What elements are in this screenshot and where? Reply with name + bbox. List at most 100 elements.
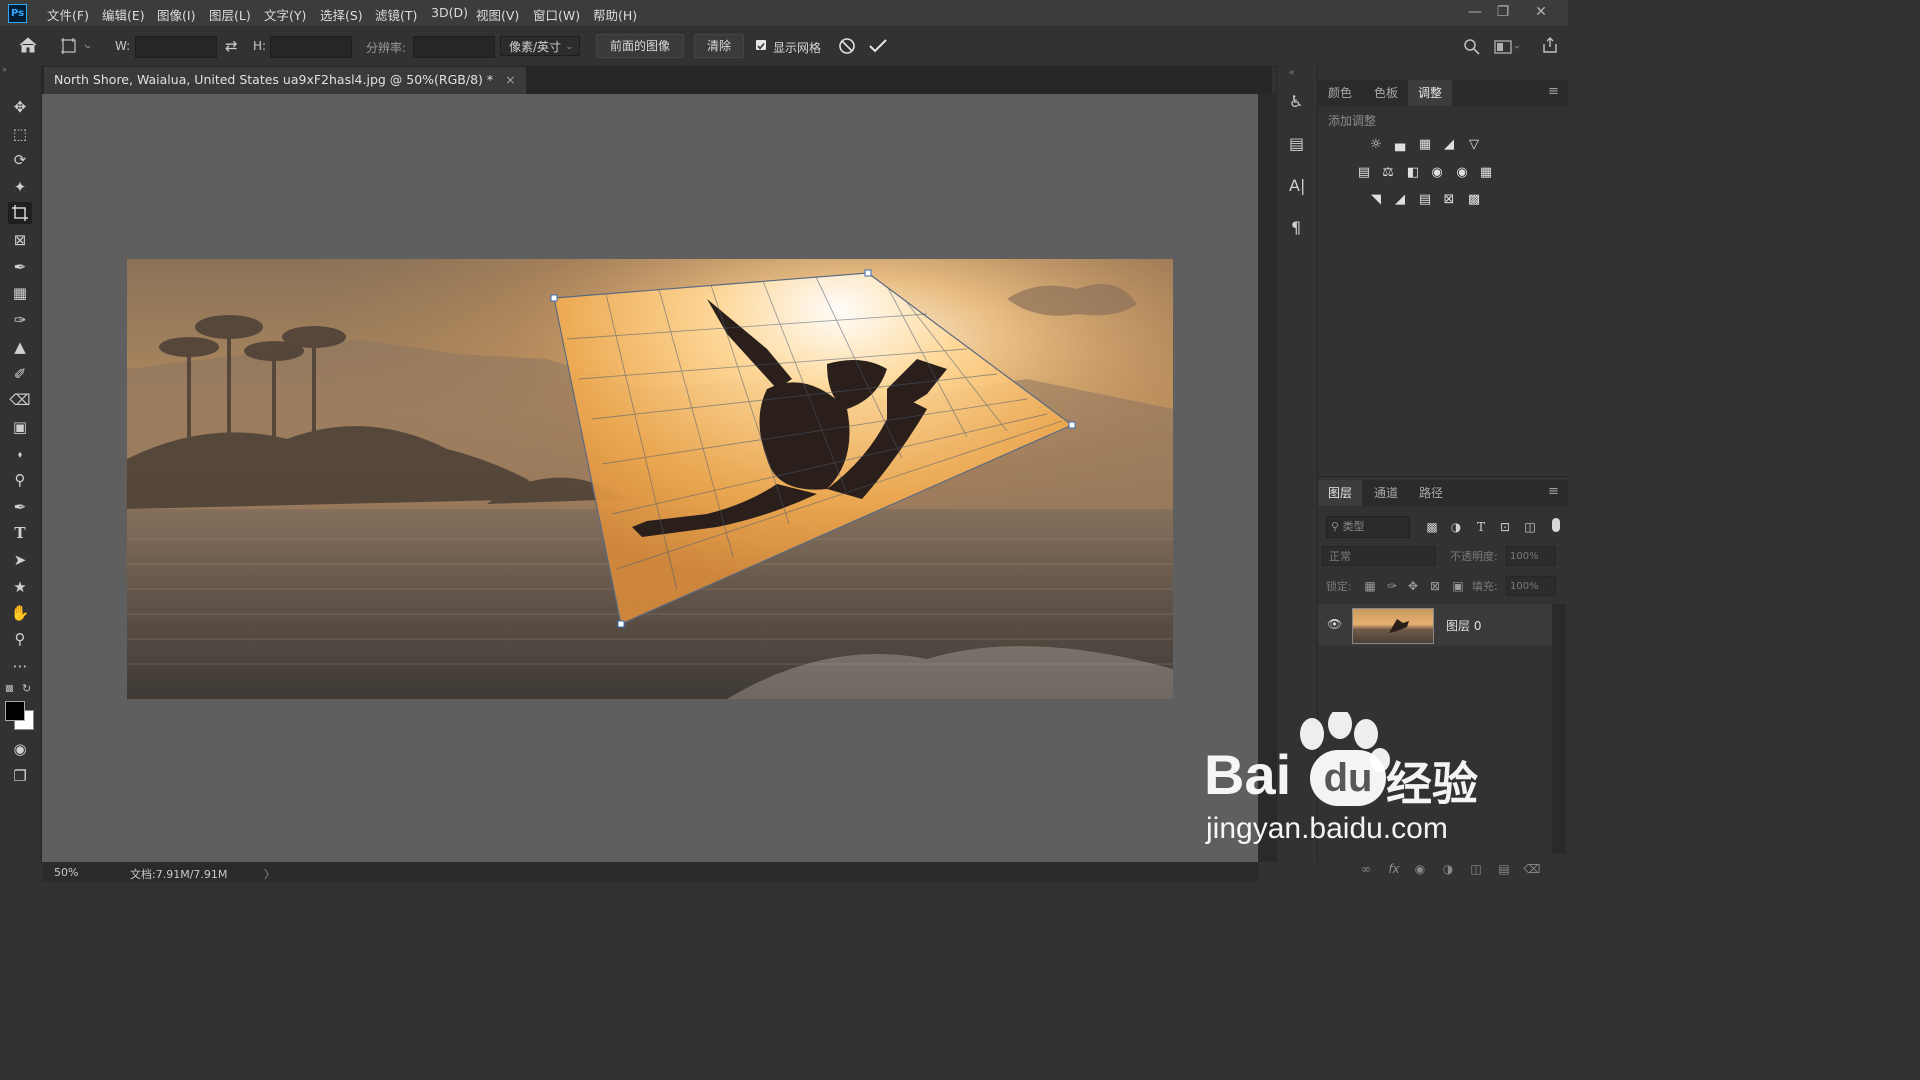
filter-shape-icon[interactable]: ⊡ [1495, 518, 1515, 536]
menu-view[interactable]: 视图(V) [476, 5, 519, 24]
color-balance-icon[interactable]: ⚖ [1378, 164, 1398, 182]
tab-adjustments[interactable]: 调整 [1408, 80, 1453, 106]
height-input[interactable] [270, 36, 352, 58]
gradient-map-icon[interactable]: ▩ [1464, 191, 1484, 209]
exposure-icon[interactable]: ◢ [1439, 136, 1459, 154]
menu-type[interactable]: 文字(Y) [264, 5, 306, 24]
corner-handle-bottom-left[interactable] [617, 620, 625, 628]
magic-wand-tool-icon[interactable]: ✦ [8, 176, 32, 198]
layer-thumbnail[interactable] [1352, 608, 1434, 644]
corner-handle-top-right[interactable] [864, 269, 872, 277]
menu-file[interactable]: 文件(F) [47, 5, 89, 24]
perspective-crop-tool-icon[interactable] [8, 202, 32, 224]
lock-artboard-icon[interactable]: ⊠ [1425, 577, 1445, 595]
type-tool-icon[interactable]: T [8, 522, 32, 544]
default-colors-icon[interactable]: ▩ [5, 684, 14, 694]
unit-select[interactable]: 像素/英寸 ⌄ [500, 36, 580, 56]
tab-paths[interactable]: 路径 [1409, 480, 1453, 506]
paragraph-panel-icon[interactable]: ¶ [1291, 218, 1301, 237]
panel-menu-icon[interactable]: ≡ [1548, 84, 1559, 99]
corner-handle-top-left[interactable] [550, 294, 558, 302]
levels-icon[interactable]: ▄ [1390, 136, 1410, 154]
show-grid-checkbox[interactable] [756, 40, 766, 50]
move-tool-icon[interactable]: ✥ [8, 96, 32, 118]
lock-transparent-icon[interactable]: ▦ [1360, 577, 1380, 595]
document-image[interactable] [127, 259, 1173, 699]
front-image-button[interactable]: 前面的图像 [596, 34, 684, 58]
new-adjustment-layer-icon[interactable]: ◑ [1438, 860, 1458, 878]
threshold-icon[interactable]: ▤ [1415, 191, 1435, 209]
perspective-crop-tool-preset-icon[interactable] [60, 37, 92, 58]
new-group-icon[interactable]: ◫ [1466, 860, 1486, 878]
eyedropper-tool-icon[interactable]: ✒ [8, 256, 32, 278]
menu-layer[interactable]: 图层(L) [209, 5, 251, 24]
filter-type-icon[interactable]: T [1471, 518, 1491, 536]
photoshop-logo-icon[interactable]: Ps [8, 4, 27, 23]
posterize-icon[interactable]: ◢ [1390, 191, 1410, 209]
quick-mask-icon[interactable]: ◉ [8, 738, 32, 760]
commit-transform-icon[interactable] [868, 37, 888, 58]
history-panel-icon[interactable]: ♿ [1289, 92, 1303, 111]
zoom-level[interactable]: 50% [54, 866, 78, 879]
zoom-tool-icon[interactable]: ⚲ [8, 628, 32, 650]
lock-pixels-icon[interactable]: ✑ [1382, 577, 1402, 595]
shape-tool-icon[interactable]: ★ [8, 576, 32, 598]
blur-tool-icon[interactable]: ⬪ [8, 443, 32, 465]
delete-layer-icon[interactable]: ⌫ [1522, 860, 1542, 878]
layers-panel-menu-icon[interactable]: ≡ [1548, 484, 1559, 499]
frame-tool-icon[interactable]: ⊠ [8, 229, 32, 251]
path-selection-tool-icon[interactable]: ➤ [8, 549, 32, 571]
search-icon[interactable] [1463, 38, 1481, 59]
brush-tool-icon[interactable]: ✑ [8, 309, 32, 331]
document-tab[interactable]: North Shore, Waialua, United States ua9x… [44, 67, 526, 94]
share-icon[interactable] [1541, 36, 1559, 57]
filter-adjustment-icon[interactable]: ◑ [1446, 518, 1466, 536]
tab-swatches[interactable]: 色板 [1364, 80, 1408, 106]
cancel-transform-icon[interactable] [838, 37, 856, 58]
black-white-icon[interactable]: ◧ [1403, 164, 1423, 182]
swap-colors-icon[interactable]: ↻ [22, 682, 31, 695]
corner-handle-bottom-right[interactable] [1068, 421, 1076, 429]
marquee-tool-icon[interactable]: ⬚ [8, 123, 32, 145]
curves-icon[interactable]: ▦ [1415, 136, 1435, 154]
vibrance-icon[interactable]: ▽ [1464, 136, 1484, 154]
menu-window[interactable]: 窗口(W) [533, 5, 580, 24]
more-tools-icon[interactable]: ⋯ [8, 655, 32, 677]
selective-color-icon[interactable]: ⊠ [1439, 191, 1459, 209]
tab-color[interactable]: 颜色 [1318, 80, 1362, 106]
character-panel-icon[interactable]: A| [1289, 176, 1305, 195]
lock-position-icon[interactable]: ✥ [1403, 577, 1423, 595]
filter-toggle[interactable] [1552, 518, 1560, 532]
layer-name[interactable]: 图层 0 [1446, 617, 1481, 634]
layer-filter-select[interactable]: ⚲ 类型 [1326, 516, 1410, 538]
foreground-color-swatch[interactable] [5, 701, 25, 721]
menu-help[interactable]: 帮助(H) [593, 5, 637, 24]
dodge-tool-icon[interactable]: ⚲ [8, 469, 32, 491]
pen-tool-icon[interactable]: ✒ [8, 496, 32, 518]
lasso-tool-icon[interactable]: ⟳ [8, 149, 32, 171]
minimize-icon[interactable]: — [1462, 2, 1488, 22]
collapse-panels-icon[interactable]: « [1289, 68, 1295, 78]
blend-mode-select[interactable]: 正常 [1322, 546, 1436, 566]
menu-image[interactable]: 图像(I) [157, 5, 195, 24]
home-icon[interactable] [18, 36, 38, 57]
swap-icon[interactable]: ⇄ [225, 37, 238, 55]
lock-all-icon[interactable]: ▣ [1448, 577, 1468, 595]
filter-pixel-icon[interactable]: ▩ [1422, 518, 1442, 536]
add-mask-icon[interactable]: ◉ [1410, 860, 1430, 878]
hand-tool-icon[interactable]: ✋ [8, 602, 32, 624]
hue-saturation-icon[interactable]: ▤ [1354, 164, 1374, 182]
history-brush-tool-icon[interactable]: ✐ [8, 363, 32, 385]
status-menu-arrow[interactable]: 〉 [264, 866, 275, 882]
fill-input[interactable]: 100% [1506, 576, 1556, 596]
photo-filter-icon[interactable]: ◉ [1427, 164, 1447, 182]
properties-panel-icon[interactable]: ▤ [1289, 134, 1304, 153]
opacity-input[interactable]: 100% [1506, 546, 1556, 566]
menu-3d[interactable]: 3D(D) [431, 5, 468, 20]
resolution-input[interactable] [413, 36, 495, 58]
eraser-tool-icon[interactable]: ⌫ [8, 389, 32, 411]
layers-scrollbar[interactable] [1552, 604, 1566, 854]
link-layers-icon[interactable]: ∞ [1356, 860, 1376, 878]
filter-smart-object-icon[interactable]: ◫ [1520, 518, 1540, 536]
collapse-toolbar-icon[interactable]: » [2, 66, 40, 74]
